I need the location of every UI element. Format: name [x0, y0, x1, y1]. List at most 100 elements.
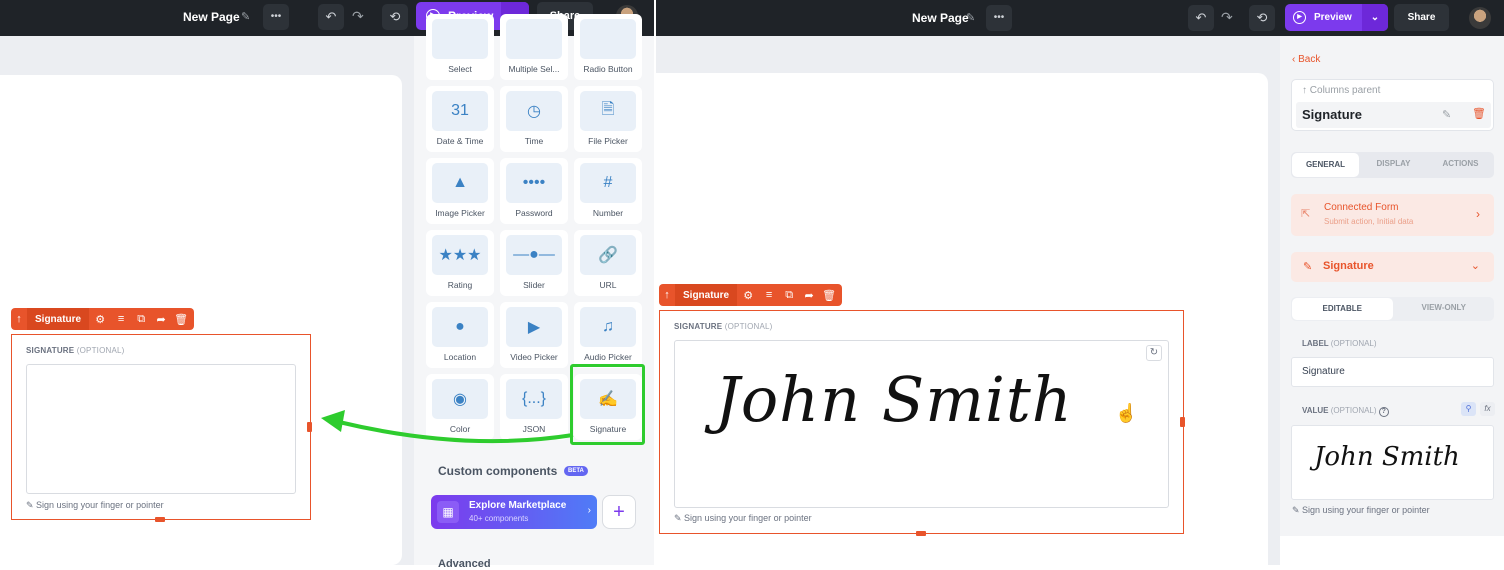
drag-arrow-head: [321, 410, 345, 432]
component-toolbar-label[interactable]: Signature: [675, 284, 738, 306]
tile-label: Image Picker: [435, 208, 485, 218]
more-button[interactable]: •••: [986, 5, 1012, 31]
redo-icon[interactable]: ↷: [352, 8, 364, 25]
edit-title-icon[interactable]: ✎: [966, 11, 975, 24]
tile-label: Select: [448, 64, 472, 74]
connected-form-row[interactable]: ⇱ Connected Form Submit action, Initial …: [1291, 194, 1494, 236]
palette-tile-date-time[interactable]: 31 Date & Time: [426, 86, 494, 152]
share-button[interactable]: Share: [1394, 4, 1449, 31]
tab-editable[interactable]: EDITABLE: [1292, 298, 1393, 320]
share-arrow-icon[interactable]: ➦: [799, 284, 819, 306]
tab-display[interactable]: DISPLAY: [1360, 152, 1427, 178]
image-icon: ▲: [432, 163, 488, 203]
resize-handle[interactable]: [1180, 417, 1185, 427]
palette-tile-audio-picker[interactable]: ♫ Audio Picker: [574, 302, 642, 368]
explore-marketplace-button[interactable]: ▦ Explore Marketplace 40+ components ›: [431, 495, 597, 529]
edit-title-icon[interactable]: ✎: [241, 10, 250, 23]
palette-tile-url[interactable]: 🔗 URL: [574, 230, 642, 296]
chevron-right-icon: ›: [587, 505, 591, 516]
custom-components-title: Custom components: [438, 464, 558, 478]
tab-view-only[interactable]: VIEW-ONLY: [1394, 297, 1495, 321]
file-icon: 🗎: [580, 91, 636, 131]
label-title: LABEL (OPTIONAL): [1302, 339, 1377, 348]
cursor-icon: ⇱: [1301, 208, 1311, 220]
component-toolbar-label[interactable]: Signature: [27, 308, 90, 330]
advanced-title: Advanced: [438, 558, 491, 570]
align-icon[interactable]: ≡: [759, 284, 779, 306]
calendar-icon: 31: [432, 91, 488, 131]
signature-highlight: [570, 364, 645, 445]
component-header-card: ↑ Columns parent Signature ✎ 🗑: [1291, 79, 1494, 131]
history-icon[interactable]: ⟲: [382, 4, 408, 30]
tile-icon: [432, 19, 488, 59]
chevron-down-icon[interactable]: ⌄: [1362, 4, 1388, 31]
reset-icon[interactable]: ↻: [1146, 345, 1162, 361]
hand-cursor-icon: ☝: [1115, 403, 1138, 423]
fx-button[interactable]: fx: [1480, 402, 1495, 416]
palette-tile-slider[interactable]: —●— Slider: [500, 230, 568, 296]
settings-icon[interactable]: ⚙: [89, 308, 111, 330]
align-icon[interactable]: ≡: [111, 308, 131, 330]
mode-tabs: EDITABLE VIEW-ONLY: [1291, 297, 1494, 321]
tile-label: Video Picker: [510, 352, 558, 362]
tile-label: Radio Button: [583, 64, 633, 74]
marketplace-title: Explore Marketplace: [469, 500, 567, 511]
palette-tile-location[interactable]: ● Location: [426, 302, 494, 368]
palette-tile-password[interactable]: •••• Password: [500, 158, 568, 224]
history-icon[interactable]: ⟲: [1249, 5, 1275, 31]
field-label: SIGNATURE (OPTIONAL): [26, 346, 125, 355]
redo-icon[interactable]: ↷: [1221, 9, 1233, 26]
tile-icon: [506, 19, 562, 59]
resize-handle[interactable]: [307, 422, 312, 432]
trash-icon[interactable]: 🗑: [171, 308, 191, 330]
undo-icon[interactable]: ↶: [318, 4, 344, 30]
palette-tile-rating[interactable]: ★★★ Rating: [426, 230, 494, 296]
label-input[interactable]: Signature: [1291, 357, 1494, 387]
copy-icon[interactable]: ⧉: [779, 284, 799, 306]
trash-icon[interactable]: 🗑: [819, 284, 839, 306]
select-parent-icon[interactable]: ↑: [11, 308, 27, 330]
resize-handle[interactable]: [155, 517, 165, 522]
value-signature-pad[interactable]: John Smith: [1291, 425, 1494, 500]
palette-tile-time[interactable]: ◷ Time: [500, 86, 568, 152]
component-name-field[interactable]: Signature ✎ 🗑: [1296, 102, 1491, 128]
palette-tile[interactable]: Select: [426, 14, 494, 80]
palette-tile-number[interactable]: # Number: [574, 158, 642, 224]
tile-label: Location: [443, 352, 477, 362]
avatar[interactable]: [1469, 7, 1491, 29]
signature-hint: ✎ Sign using your finger or pointer: [674, 513, 812, 523]
palette-tile[interactable]: Radio Button: [574, 14, 642, 80]
undo-icon[interactable]: ↶: [1188, 5, 1214, 31]
edit-icon[interactable]: ✎: [1442, 108, 1451, 121]
select-parent-icon[interactable]: ↑: [659, 284, 675, 306]
pen-icon: ✎: [1303, 261, 1313, 273]
trash-icon[interactable]: 🗑: [1472, 107, 1486, 120]
palette-tile-video-picker[interactable]: ▶ Video Picker: [500, 302, 568, 368]
tile-label: URL: [599, 280, 617, 290]
back-button[interactable]: ‹ Back: [1292, 54, 1320, 65]
parent-link[interactable]: ↑ Columns parent: [1302, 85, 1380, 96]
palette-tile-file-picker[interactable]: 🗎 File Picker: [574, 86, 642, 152]
signature-pad[interactable]: [26, 364, 296, 494]
bind-icon[interactable]: ⚲: [1461, 402, 1476, 416]
share-arrow-icon[interactable]: ➦: [151, 308, 171, 330]
page-title[interactable]: New Page: [912, 11, 969, 25]
pen-icon: ✎: [1292, 505, 1303, 515]
tab-general[interactable]: GENERAL: [1292, 153, 1359, 177]
preview-button[interactable]: ▶ Preview ⌄: [1285, 4, 1388, 31]
more-button[interactable]: •••: [263, 4, 289, 30]
palette-tile-image-picker[interactable]: ▲ Image Picker: [426, 158, 494, 224]
tile-label: Number: [592, 208, 624, 218]
resize-handle[interactable]: [916, 531, 926, 536]
copy-icon[interactable]: ⧉: [131, 308, 151, 330]
settings-icon[interactable]: ⚙: [737, 284, 759, 306]
tab-actions[interactable]: ACTIONS: [1427, 152, 1494, 178]
signature-pad[interactable]: ↻ John Smith ☝: [674, 340, 1169, 508]
tile-label: File Picker: [588, 136, 628, 146]
page-title[interactable]: New Page: [183, 10, 240, 24]
palette-tile[interactable]: Multiple Sel...: [500, 14, 568, 80]
signature-section-header[interactable]: ✎ Signature ⌄: [1291, 252, 1494, 282]
drag-arrow: [321, 410, 574, 444]
help-icon[interactable]: ?: [1378, 407, 1389, 417]
add-component-button[interactable]: +: [602, 495, 636, 529]
